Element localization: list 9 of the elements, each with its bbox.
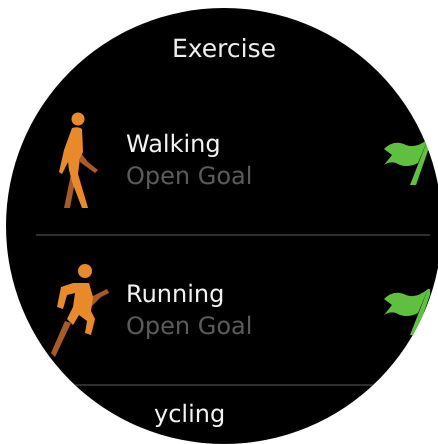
exercise-row[interactable]: Running Open Goal: [36, 236, 430, 386]
exercise-row[interactable]: Walking Open Goal: [36, 86, 430, 236]
goal-label: Open Goal: [126, 161, 254, 192]
running-person-icon: [51, 263, 111, 357]
exercise-name: Walking: [126, 129, 222, 160]
goal-label: Open Goal: [126, 311, 254, 342]
screen-title: Exercise: [172, 34, 276, 63]
exercise-name: Running: [126, 279, 226, 310]
exercise-name: ycling: [154, 399, 226, 430]
